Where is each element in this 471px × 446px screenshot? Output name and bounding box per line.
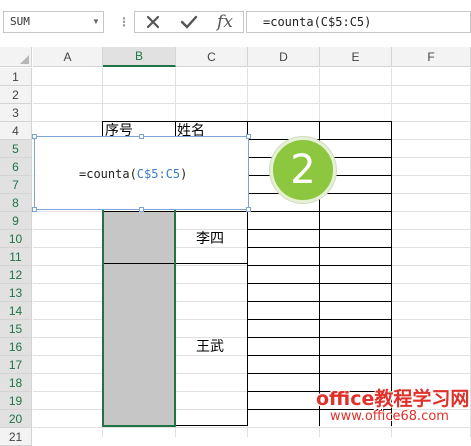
- row-header-18[interactable]: 18: [0, 374, 32, 392]
- resize-handle[interactable]: [32, 207, 37, 212]
- table-row-border: [247, 337, 392, 338]
- column-header-c[interactable]: C: [176, 47, 248, 67]
- cell-formula-editor[interactable]: =counta(C$5:C5): [32, 134, 251, 212]
- cancel-x-icon[interactable]: [135, 12, 171, 32]
- watermark-url: www.office68.com: [330, 409, 449, 424]
- formula-prefix: =counta(: [79, 167, 137, 181]
- resize-handle[interactable]: [32, 134, 37, 139]
- table-row-border: [247, 247, 392, 248]
- cell-formula-text[interactable]: =counta(C$5:C5): [79, 167, 187, 181]
- row-header-10[interactable]: 10: [0, 230, 32, 248]
- column-header-b[interactable]: B: [103, 47, 176, 67]
- resize-handle[interactable]: [139, 207, 144, 212]
- row-header-2[interactable]: 2: [0, 86, 32, 104]
- row-header-12[interactable]: 12: [0, 266, 32, 284]
- cell-c12-merged[interactable]: 王武: [196, 336, 224, 356]
- table-vertical-border: [391, 121, 392, 426]
- table-row-border: [247, 319, 392, 320]
- step-badge: 2: [270, 137, 336, 203]
- horizontal-gridline: [33, 85, 471, 86]
- row-header-15[interactable]: 15: [0, 320, 32, 338]
- row-header-17[interactable]: 17: [0, 356, 32, 374]
- select-all-corner[interactable]: [0, 47, 32, 67]
- column-header-d[interactable]: D: [248, 47, 320, 67]
- horizontal-gridline: [33, 103, 471, 104]
- table-row-border: [247, 211, 392, 212]
- chevron-down-icon[interactable]: ▼: [92, 17, 100, 26]
- table-row-border: [247, 373, 392, 374]
- formula-reference: C$5:C5: [136, 167, 181, 181]
- step-number: 2: [290, 147, 316, 193]
- formula-suffix: ): [180, 167, 188, 181]
- row-header-5[interactable]: 5: [0, 140, 32, 158]
- row-header-14[interactable]: 14: [0, 302, 32, 320]
- table-row-border: [247, 121, 392, 122]
- table-row-border: [247, 283, 392, 284]
- row-header-8[interactable]: 8: [0, 194, 32, 212]
- column-header-a[interactable]: A: [33, 47, 103, 67]
- row-header-1[interactable]: 1: [0, 68, 32, 86]
- name-box[interactable]: SUM ▼: [3, 11, 104, 33]
- row-header-21[interactable]: 21: [0, 428, 32, 446]
- worksheet-grid[interactable]: 序号 姓名 李四 王武: [33, 68, 471, 437]
- formula-text: =counta(C$5:C5): [263, 15, 372, 29]
- select-all-triangle: [20, 55, 29, 64]
- row-header-11[interactable]: 11: [0, 248, 32, 266]
- table-row-border: [247, 265, 392, 266]
- column-header-f[interactable]: F: [392, 47, 471, 67]
- row-header-13[interactable]: 13: [0, 284, 32, 302]
- table-row-border: [247, 355, 392, 356]
- horizontal-gridline: [33, 427, 471, 428]
- formula-bar: SUM ▼ ⋮ fx =counta(C$5:C5): [0, 0, 471, 44]
- row-header-16[interactable]: 16: [0, 338, 32, 356]
- row-header-4[interactable]: 4: [0, 122, 32, 140]
- name-box-value: SUM: [10, 15, 30, 28]
- table-row-border: [247, 301, 392, 302]
- row-header-20[interactable]: 20: [0, 410, 32, 428]
- cell-c9-merged[interactable]: 李四: [196, 228, 224, 248]
- formula-input[interactable]: =counta(C$5:C5): [246, 11, 471, 33]
- insert-function-button[interactable]: fx: [207, 12, 243, 32]
- resize-handle[interactable]: [246, 134, 251, 139]
- row-header-6[interactable]: 6: [0, 158, 32, 176]
- row-header-3[interactable]: 3: [0, 104, 32, 122]
- column-header-e[interactable]: E: [320, 47, 392, 67]
- formula-buttons: fx: [134, 11, 244, 33]
- checkmark-icon[interactable]: [171, 12, 207, 32]
- formula-bar-separator: ⋮: [118, 15, 130, 29]
- watermark-title: office教程学习网: [316, 388, 470, 410]
- table-row-border: [247, 229, 392, 230]
- row-header-9[interactable]: 9: [0, 212, 32, 230]
- row-header-7[interactable]: 7: [0, 176, 32, 194]
- row-header-19[interactable]: 19: [0, 392, 32, 410]
- table-row-border: [247, 139, 392, 140]
- resize-handle[interactable]: [139, 134, 144, 139]
- resize-handle[interactable]: [246, 207, 251, 212]
